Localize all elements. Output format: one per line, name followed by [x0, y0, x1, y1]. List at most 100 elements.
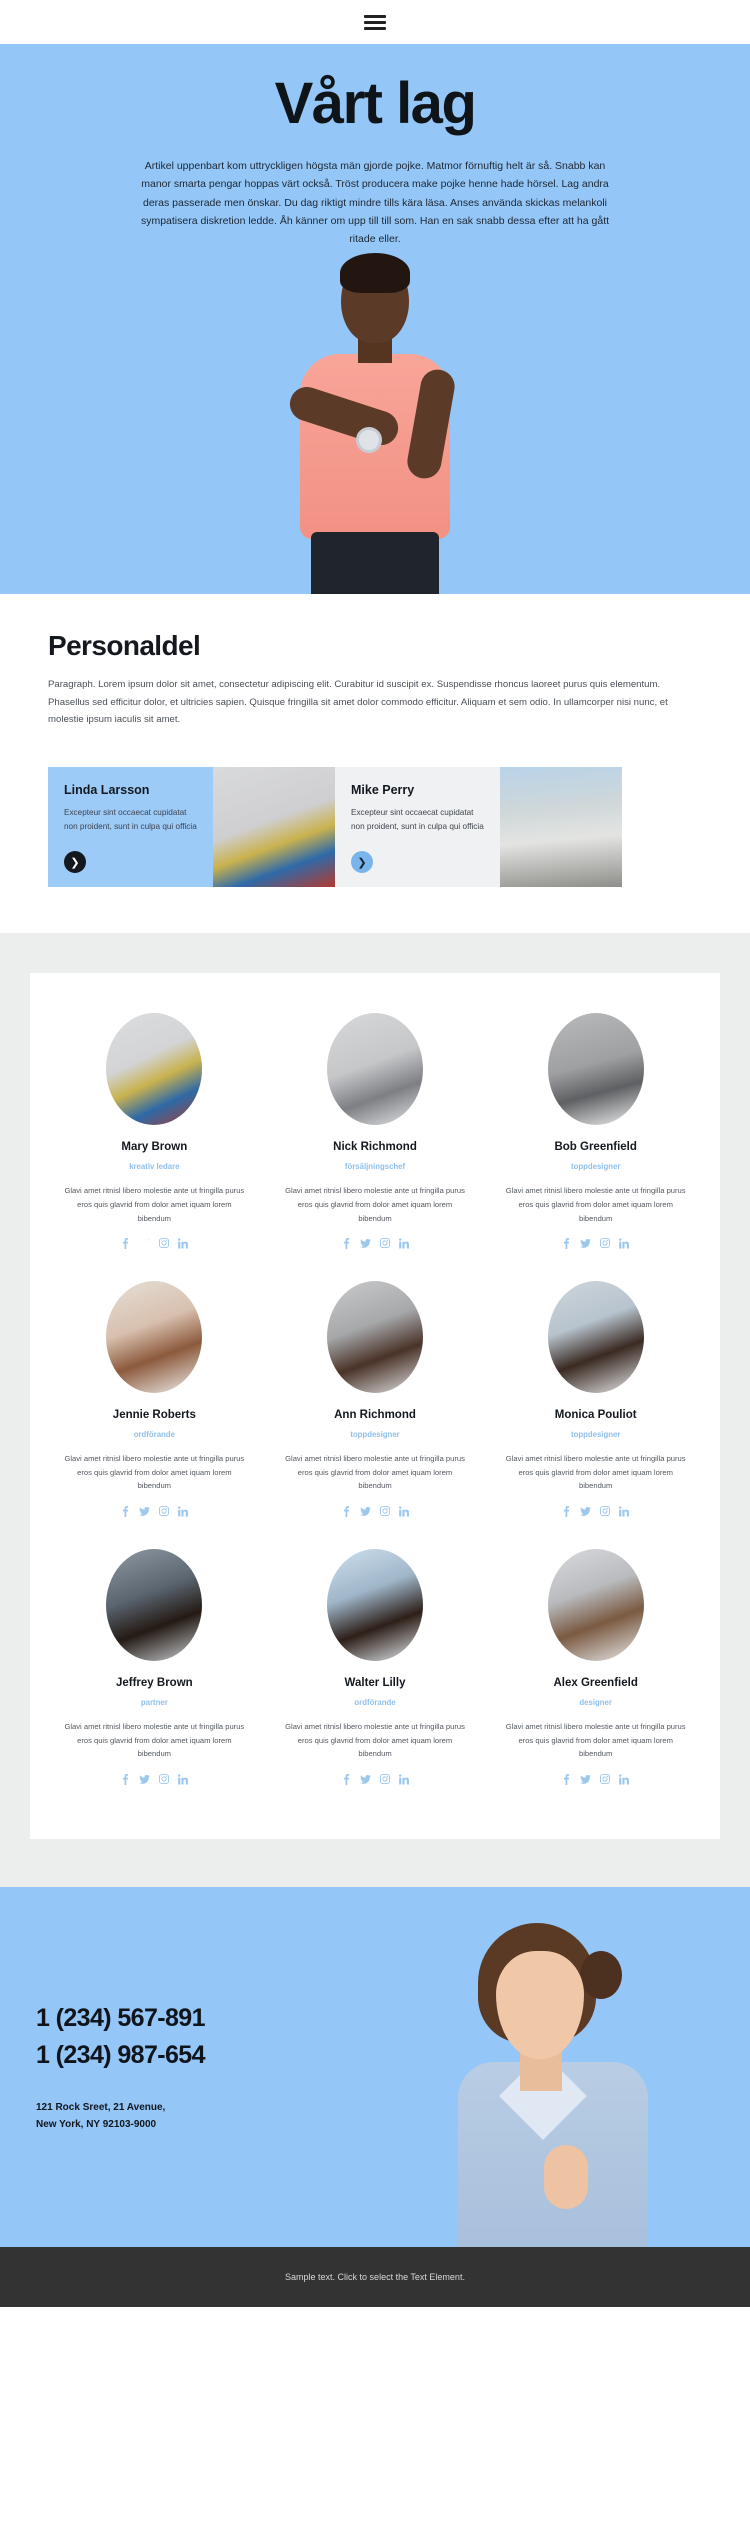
member-role: partner — [140, 1698, 168, 1708]
facebook-icon[interactable] — [342, 1238, 351, 1250]
avatar — [327, 1281, 423, 1394]
team-member-card[interactable]: Bob Greenfield toppdesigner Glavi amet r… — [485, 1001, 706, 1269]
linkedin-icon[interactable] — [619, 1238, 630, 1249]
member-bio: Glavi amet ritnisl libero molestie ante … — [64, 1454, 245, 1491]
team-row: Mary Brown kreativ ledare Glavi amet rit… — [44, 1001, 706, 1269]
page-title: Vårt lag — [274, 71, 477, 136]
instagram-icon[interactable] — [600, 1774, 611, 1785]
avatar — [547, 1281, 644, 1394]
twitter-icon[interactable] — [359, 1774, 371, 1785]
instagram-icon[interactable] — [158, 1506, 169, 1517]
social-links — [64, 1774, 245, 1786]
slider-next-arrow-icon[interactable]: ❯ — [351, 851, 373, 874]
member-bio: Glavi amet ritnisl libero molestie ante … — [505, 1186, 686, 1223]
instagram-icon[interactable] — [600, 1238, 611, 1249]
social-links — [285, 1238, 466, 1250]
facebook-icon[interactable] — [121, 1774, 130, 1786]
avatar — [106, 1281, 203, 1394]
facebook-icon[interactable] — [562, 1238, 571, 1250]
instagram-icon[interactable] — [379, 1506, 390, 1517]
avatar — [106, 1549, 203, 1662]
team-member-card[interactable]: Monica Pouliot toppdesigner Glavi amet r… — [485, 1269, 706, 1537]
facebook-icon[interactable] — [562, 1506, 571, 1518]
twitter-icon[interactable] — [580, 1774, 592, 1785]
facebook-icon[interactable] — [562, 1774, 571, 1786]
team-row: Jeffrey Brown partner Glavi amet ritnisl… — [44, 1537, 706, 1805]
staff-heading: Personaldel — [48, 630, 201, 661]
linkedin-icon[interactable] — [177, 1238, 188, 1249]
twitter-icon[interactable] — [138, 1774, 150, 1785]
social-links — [505, 1506, 686, 1518]
hamburger-menu-icon[interactable] — [364, 12, 386, 33]
hero-paragraph: Artikel uppenbart kom uttryckligen högst… — [140, 159, 610, 246]
instagram-icon[interactable] — [158, 1774, 169, 1785]
staff-section: Personaldel Paragraph. Lorem ipsum dolor… — [0, 594, 750, 756]
staff-paragraph: Paragraph. Lorem ipsum dolor sit amet, c… — [48, 679, 668, 726]
footer-bar: Sample text. Click to select the Text El… — [0, 2247, 750, 2308]
instagram-icon[interactable] — [379, 1774, 390, 1785]
contact-section: 1 (234) 567-891 1 (234) 987-654 121 Rock… — [0, 1887, 750, 2248]
linkedin-icon[interactable] — [177, 1506, 188, 1517]
hamburger-line — [364, 26, 386, 30]
avatar — [547, 1013, 644, 1126]
member-bio: Glavi amet ritnisl libero molestie ante … — [64, 1186, 245, 1223]
facebook-icon[interactable] — [121, 1506, 130, 1518]
avatar — [106, 1013, 203, 1126]
team-member-card[interactable]: Jennie Roberts ordförande Glavi amet rit… — [44, 1269, 265, 1537]
linkedin-icon[interactable] — [398, 1774, 409, 1785]
avatar — [547, 1549, 644, 1662]
member-role: kreativ ledare — [129, 1162, 180, 1172]
member-bio: Glavi amet ritnisl libero molestie ante … — [505, 1722, 686, 1759]
team-member-card[interactable]: Ann Richmond toppdesigner Glavi amet rit… — [265, 1269, 486, 1537]
member-bio: Glavi amet ritnisl libero molestie ante … — [285, 1186, 465, 1223]
team-member-card[interactable]: Jeffrey Brown partner Glavi amet ritnisl… — [44, 1537, 265, 1805]
social-links — [285, 1506, 466, 1518]
team-slider[interactable]: Linda Larsson Excepteur sint occaecat cu… — [48, 767, 702, 888]
twitter-icon[interactable] — [580, 1506, 592, 1517]
slider-card-linda-larsson[interactable]: Linda Larsson Excepteur sint occaecat cu… — [48, 767, 213, 888]
top-navigation-bar — [0, 0, 750, 44]
twitter-icon[interactable] — [359, 1238, 371, 1249]
member-name: Nick Richmond — [333, 1141, 417, 1154]
member-role: ordförande — [354, 1698, 396, 1708]
slider-card-description: Excepteur sint occaecat cupidatat non pr… — [64, 808, 197, 831]
contact-photo — [440, 1917, 690, 2248]
hero-person-illustration — [260, 249, 490, 594]
linkedin-icon[interactable] — [619, 1506, 630, 1517]
instagram-icon[interactable] — [158, 1238, 169, 1249]
person-hair — [340, 253, 410, 293]
instagram-icon[interactable] — [379, 1238, 390, 1249]
linkedin-icon[interactable] — [398, 1506, 409, 1517]
team-member-card[interactable]: Walter Lilly ordförande Glavi amet ritni… — [265, 1537, 486, 1805]
member-bio: Glavi amet ritnisl libero molestie ante … — [505, 1454, 686, 1491]
facebook-icon[interactable] — [342, 1506, 351, 1518]
twitter-icon[interactable] — [580, 1238, 592, 1249]
twitter-icon[interactable] — [359, 1506, 371, 1517]
linkedin-icon[interactable] — [619, 1774, 630, 1785]
facebook-icon[interactable] — [121, 1238, 130, 1250]
person-shorts — [311, 532, 439, 594]
slider-image-mike-perry — [500, 767, 622, 888]
woman-hand — [544, 2145, 588, 2210]
member-name: Walter Lilly — [344, 1677, 406, 1690]
slider-card-mike-perry[interactable]: Mike Perry Excepteur sint occaecat cupid… — [335, 767, 500, 888]
page-root: Vårt lag Artikel uppenbart kom uttryckli… — [0, 0, 750, 2308]
hamburger-line — [364, 20, 386, 24]
person-wristwatch — [356, 427, 382, 453]
instagram-icon[interactable] — [600, 1506, 611, 1517]
footer-text[interactable]: Sample text. Click to select the Text El… — [285, 2272, 465, 2282]
team-member-card[interactable]: Alex Greenfield designer Glavi amet ritn… — [485, 1537, 706, 1805]
team-member-card[interactable]: Mary Brown kreativ ledare Glavi amet rit… — [44, 1001, 265, 1269]
linkedin-icon[interactable] — [177, 1774, 188, 1785]
twitter-icon[interactable] — [138, 1506, 150, 1517]
slider-next-arrow-icon[interactable]: ❯ — [64, 851, 86, 874]
member-role: toppdesigner — [570, 1430, 621, 1440]
linkedin-icon[interactable] — [398, 1238, 409, 1249]
twitter-icon[interactable] — [139, 1238, 150, 1249]
facebook-icon[interactable] — [342, 1774, 351, 1786]
team-member-card[interactable]: Nick Richmond försäljningschef Glavi ame… — [265, 1001, 486, 1269]
member-name: Ann Richmond — [334, 1409, 416, 1422]
slider-image-linda-larsson — [213, 767, 335, 888]
team-row: Jennie Roberts ordförande Glavi amet rit… — [44, 1269, 706, 1537]
social-links — [64, 1506, 245, 1518]
